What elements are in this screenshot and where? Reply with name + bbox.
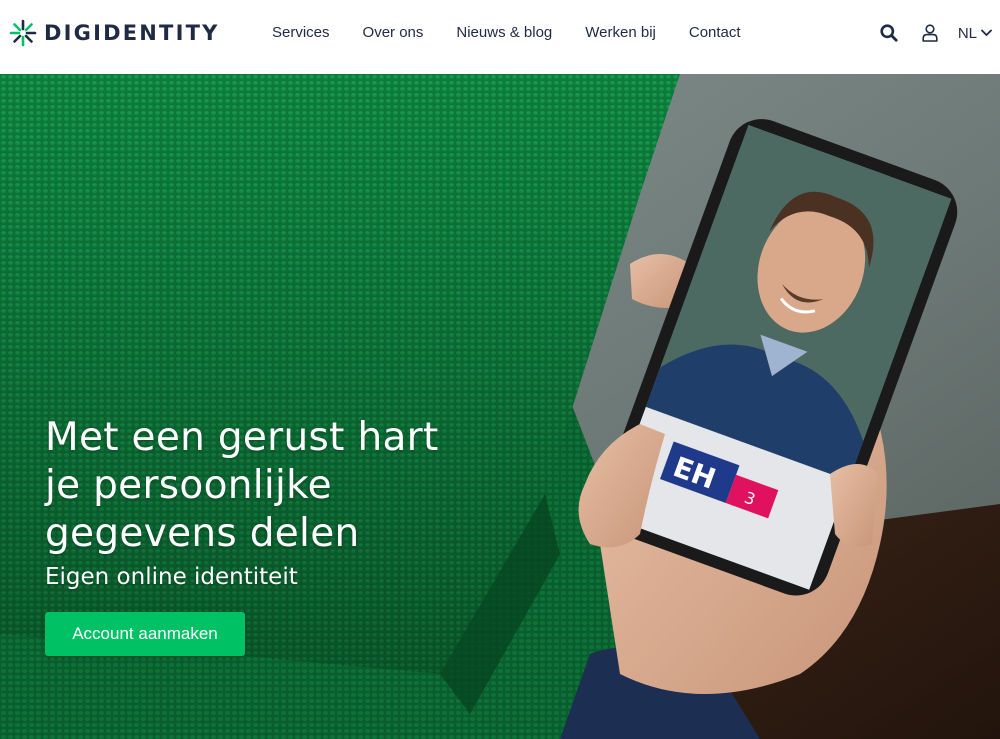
nav-item-over-ons[interactable]: Over ons xyxy=(363,24,424,41)
search-button[interactable] xyxy=(878,20,900,46)
search-icon xyxy=(880,24,898,42)
logo-wordmark: DIGIDENTITY xyxy=(44,21,220,45)
nav-item-services[interactable]: Services xyxy=(272,24,330,41)
create-account-button[interactable]: Account aanmaken xyxy=(45,612,245,656)
nav-item-nieuws-blog[interactable]: Nieuws & blog xyxy=(456,24,552,41)
hero-title: Met een gerust hart je persoonlijke gege… xyxy=(45,415,439,556)
header-tools: NL xyxy=(878,20,992,46)
site-header: DIGIDENTITY Services Over ons Nieuws & b… xyxy=(0,0,1000,74)
hero-text-block: Met een gerust hart je persoonlijke gege… xyxy=(45,414,485,590)
language-selector[interactable]: NL xyxy=(958,25,992,42)
hero-subtitle: Eigen online identiteit xyxy=(45,564,298,590)
digidentity-logo[interactable]: DIGIDENTITY xyxy=(8,18,220,48)
nav-item-werken-bij[interactable]: Werken bij xyxy=(585,24,656,41)
account-button[interactable] xyxy=(919,20,941,46)
digidentity-star-icon xyxy=(9,19,37,47)
language-label: NL xyxy=(957,24,977,42)
chevron-down-icon xyxy=(981,29,992,36)
nav-item-contact[interactable]: Contact xyxy=(689,24,741,41)
user-icon xyxy=(922,24,938,42)
main-navigation: Services Over ons Nieuws & blog Werken b… xyxy=(272,24,741,41)
hero-section: EH 3 Met een gerust hart je persoonlijke… xyxy=(0,74,1000,739)
